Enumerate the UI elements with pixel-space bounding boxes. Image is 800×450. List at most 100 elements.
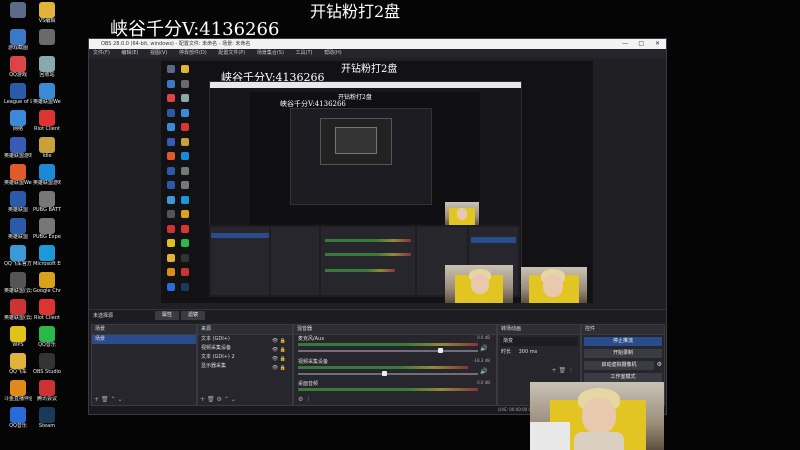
desktop-shortcut[interactable]: Steam (33, 407, 61, 429)
channel-name: 麦克风/Aux (298, 336, 325, 342)
desktop-shortcut[interactable]: QQ飞车 (4, 353, 32, 375)
transition-menu-icon[interactable]: ⋮ (568, 367, 574, 374)
add-transition-icon[interactable]: + (552, 367, 557, 374)
filters-button[interactable]: 滤镜 (181, 311, 205, 320)
preview-desktop-icon (181, 253, 189, 262)
move-up-icon[interactable]: ⌃ (224, 396, 229, 403)
desktop-shortcut[interactable]: 英雄联盟游戏 (4, 137, 32, 159)
desktop-shortcut[interactable] (4, 2, 32, 18)
preview-desktop-icon (167, 224, 175, 233)
scene-item[interactable]: 场景 (92, 335, 196, 344)
menu-docks[interactable]: 停靠部件(D) (179, 50, 207, 56)
add-source-icon[interactable]: + (200, 396, 205, 403)
preview-canvas[interactable]: 开钻粉打2盘 峡谷千分V:4136266 开钻粉打2盘 峡谷千分V:413626… (161, 61, 593, 303)
mixer-menu-icon[interactable]: ⋮ (305, 396, 311, 403)
move-down-icon[interactable]: ⌄ (231, 396, 236, 403)
desktop-shortcut[interactable]: 英雄联盟WeGame版 (33, 83, 61, 105)
start-virtual-camera-button[interactable]: 启动虚拟摄像机 (584, 361, 654, 370)
desktop-shortcut[interactable]: Microsoft Edge (33, 245, 61, 267)
virtual-camera-settings-icon[interactable]: ⚙ (657, 361, 662, 368)
transition-type-select[interactable]: 渐变 (500, 337, 578, 346)
app-icon (10, 380, 26, 396)
preview-desktop-icon (181, 239, 189, 247)
desktop-shortcut[interactable]: League of Legends (4, 83, 32, 105)
preview-desktop-icon (167, 282, 175, 291)
desktop-shortcut[interactable]: 英雄联盟 (4, 218, 32, 240)
add-scene-icon[interactable]: + (94, 396, 99, 403)
remove-transition-icon[interactable]: 🗑 (558, 367, 566, 374)
desktop-shortcut[interactable]: 腾讯会议 (33, 380, 61, 402)
scenes-dock-toolbar: + 🗑 ⌃ ⌄ (94, 396, 122, 403)
desktop-shortcut[interactable]: QQ游戏 (4, 56, 32, 78)
volume-slider[interactable] (298, 373, 478, 375)
desktop-shortcut[interactable]: QQ音乐 (33, 326, 61, 348)
start-recording-button[interactable]: 开始录制 (584, 349, 662, 358)
desktop-shortcut[interactable]: PUBG BATTLEGR... (33, 191, 61, 213)
app-icon (39, 191, 55, 207)
app-icon (39, 299, 55, 315)
desktop-shortcut[interactable]: 英雄联盟WeGame版 (4, 164, 32, 186)
desktop-shortcut[interactable]: Riot Client (33, 110, 61, 132)
properties-button[interactable]: 属性 (155, 311, 179, 320)
volume-slider[interactable] (298, 350, 478, 352)
maximize-button[interactable]: □ (638, 39, 644, 49)
desktop-shortcut[interactable] (33, 29, 61, 45)
desktop-shortcut[interactable]: WPS (4, 326, 32, 348)
desktop-shortcut[interactable]: 英雄联盟(云游戏) (4, 299, 32, 321)
menu-scene-collection[interactable]: 场景集合(S) (257, 50, 284, 56)
desktop-shortcut[interactable]: OBS Studio (33, 353, 61, 375)
minimize-button[interactable]: — (622, 39, 628, 49)
studio-mode-button[interactable]: 工作室模式 (584, 373, 662, 382)
desktop-shortcut[interactable]: 游戏截图 (4, 29, 32, 51)
desktop-shortcut[interactable]: 英雄联盟游戏客户端 (33, 164, 61, 186)
menu-view[interactable]: 视图(V) (150, 50, 167, 56)
move-down-icon[interactable]: ⌄ (117, 396, 122, 403)
mixer-settings-icon[interactable]: ⚙ (298, 396, 303, 403)
desktop-shortcut[interactable]: Idle (33, 137, 61, 159)
visibility-eye-icon[interactable]: 👁 🔒 (272, 364, 286, 373)
audio-mixer-dock: 混音器 麦克风/Aux 0.0 dB 🔊 视频采集设备 -18.3 dB 🔊 桌… (293, 324, 497, 406)
channel-db: 0.0 dB (477, 380, 490, 385)
preview-desktop-icon (181, 65, 189, 73)
desktop-shortcut[interactable]: QQ飞车官方工具 (4, 245, 32, 267)
desktop-shortcut[interactable]: 英雄联盟 (4, 191, 32, 213)
desktop-shortcut[interactable]: Riot Client (33, 299, 61, 321)
remove-source-icon[interactable]: 🗑 (207, 396, 215, 403)
obs-titlebar[interactable]: OBS 28.0.0 (64-bit, windows) - 配置文件: 未命名… (89, 39, 666, 49)
close-button[interactable]: ✕ (655, 39, 660, 49)
menu-file[interactable]: 文件(F) (93, 50, 110, 56)
visibility-eye-icon[interactable]: 👁 🔒 (272, 337, 286, 346)
volume-slider-knob[interactable] (382, 371, 387, 376)
volume-slider-knob[interactable] (438, 348, 443, 353)
desktop-shortcut-label: Idle (42, 153, 52, 159)
mute-speaker-icon[interactable]: 🔊 (480, 345, 487, 352)
desktop-shortcut-label: 英雄联盟游戏客户端 (33, 180, 61, 186)
duration-input[interactable]: 300 ms (519, 349, 538, 355)
desktop-shortcut[interactable]: 斗鱼直播伴侣 (4, 380, 32, 402)
remove-scene-icon[interactable]: 🗑 (101, 396, 109, 403)
menu-tools[interactable]: 工具(T) (296, 50, 313, 56)
menu-profile[interactable]: 配置文件(P) (218, 50, 245, 56)
mute-speaker-icon[interactable]: 🔊 (480, 368, 487, 375)
stop-streaming-button[interactable]: 停止推流 (584, 337, 662, 346)
desktop-shortcut[interactable]: PUBG Experime... (33, 218, 61, 240)
preview-desktop-icon (181, 123, 189, 131)
visibility-eye-icon[interactable]: 👁 🔒 (272, 355, 286, 364)
desktop-shortcut-label: QQ游戏 (9, 72, 27, 78)
desktop-shortcut-label: 游戏截图 (7, 45, 28, 51)
preview-webcam-feed (445, 265, 513, 303)
desktop-shortcut[interactable]: 回收站 (33, 56, 61, 78)
desktop-shortcut[interactable]: 网络 (4, 110, 32, 132)
desktop-shortcut[interactable]: Google Chrome (33, 272, 61, 294)
menu-help[interactable]: 帮助(H) (324, 50, 342, 56)
desktop-shortcut[interactable]: VS编辑 (33, 2, 61, 24)
visibility-eye-icon[interactable]: 👁 🔒 (272, 346, 286, 355)
desktop-shortcut-label: PUBG BATTLEGR... (33, 207, 61, 213)
desktop-shortcut[interactable]: 英雄联盟(云游戏) (4, 272, 32, 294)
desktop-shortcut[interactable]: QQ音乐 (4, 407, 32, 429)
menu-edit[interactable]: 编辑(E) (121, 50, 138, 56)
deep-webcam-feed (445, 202, 479, 226)
desktop-shortcut-label: 英雄联盟 (7, 207, 28, 213)
source-settings-icon[interactable]: ⚙ (217, 396, 222, 403)
move-up-icon[interactable]: ⌃ (111, 396, 116, 403)
